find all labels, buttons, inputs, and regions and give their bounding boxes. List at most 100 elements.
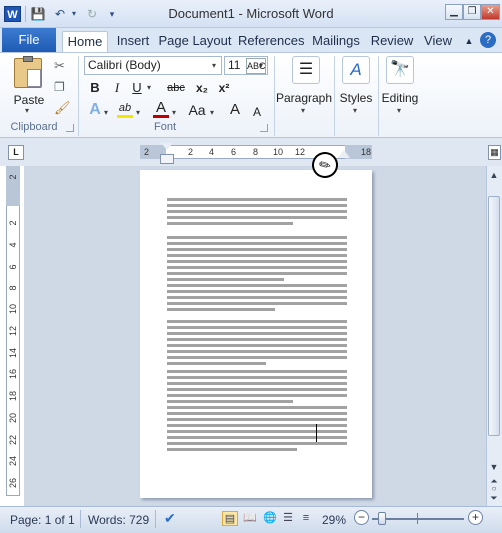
styles-dropdown-icon[interactable]: ▾ [353,106,357,115]
ruler-tick: 16 [8,369,18,380]
format-painter-icon[interactable]: 🖌 [54,100,71,116]
ruler-tick: 4 [209,147,215,157]
ruler-tick: 18 [361,147,372,157]
underline-button[interactable]: U [128,78,146,98]
tab-file[interactable]: File [2,28,56,52]
web-layout-icon[interactable]: 🌐 [262,511,278,526]
font-name-dropdown-icon[interactable]: ▾ [212,61,216,70]
scroll-up-icon[interactable]: ▲ [487,168,501,182]
proofing-icon[interactable]: ✔ [164,510,176,527]
underline-dropdown-icon[interactable]: ▾ [147,83,151,92]
tab-home[interactable]: Home [62,31,108,52]
status-separator [80,510,81,528]
cut-icon[interactable]: ✂ [54,58,65,74]
zoom-level[interactable]: 29% [322,513,346,527]
italic-button[interactable]: I [108,78,126,98]
font-launcher-icon[interactable] [260,124,268,132]
ruler-tick: 8 [8,285,18,291]
ruler-tick: 2 [8,174,18,180]
editing-button[interactable]: Editing [378,88,422,108]
bold-button[interactable]: B [86,78,104,98]
text-paragraph [167,284,347,314]
first-line-indent-marker[interactable] [161,143,173,150]
restore-button[interactable]: ❐ [463,4,481,20]
editing-dropdown-icon[interactable]: ▾ [397,106,401,115]
view-ruler-icon[interactable]: ▦ [488,145,501,160]
page-count[interactable]: Page: 1 of 1 [10,513,75,527]
font-group-label: Font [153,121,176,133]
word-count[interactable]: Words: 729 [88,513,149,527]
outline-view-icon[interactable]: ☰ [280,511,296,526]
scroll-thumb[interactable] [488,196,500,436]
ruler-tick: 6 [231,147,237,157]
draft-view-icon[interactable]: ≡ [298,511,314,526]
help-icon[interactable]: ? [480,32,496,48]
right-indent-marker[interactable] [338,150,350,158]
clear-formatting-icon[interactable]: ABC [246,58,266,74]
shrink-font-button[interactable]: A [250,102,264,122]
highlight-color-bar [117,115,133,118]
paragraph-icon[interactable]: ☰ [292,56,320,84]
text-paragraph [167,198,347,228]
highlight-dropdown-icon[interactable]: ▾ [136,108,140,117]
zoom-in-button[interactable]: + [468,510,483,525]
tab-page-layout[interactable]: Page Layout [158,31,232,52]
text-cursor [316,424,317,442]
zoom-slider-thumb[interactable] [378,512,386,525]
tab-mailings[interactable]: Mailings [308,31,364,52]
minimize-button[interactable]: ▁ [445,4,463,20]
minimize-ribbon-icon[interactable]: ▲ [462,31,476,52]
editing-icon[interactable]: 🔭 [386,56,414,84]
styles-icon[interactable]: A [342,56,370,84]
ruler-tick: 2 [188,147,194,157]
group-separator [78,56,79,136]
ruler-tick: 14 [8,348,18,359]
paragraph-dropdown-icon[interactable]: ▾ [301,106,305,115]
tab-insert[interactable]: Insert [112,31,154,52]
next-page-icon[interactable]: ⏷ [487,491,501,505]
ruler-tick: 12 [295,147,306,157]
font-name-box[interactable]: Calibri (Body) [84,56,222,75]
print-layout-view-icon[interactable]: ▤ [222,511,238,526]
ruler-tick: 10 [8,304,18,315]
change-case-button[interactable]: Aa [186,100,208,120]
ruler-tick: 10 [273,147,284,157]
window-title: Document1 - Microsoft Word [168,6,334,21]
font-color-dropdown-icon[interactable]: ▾ [172,108,176,117]
text-effects-icon[interactable]: A [86,100,104,120]
font-color-bar [153,115,169,118]
paragraph-button[interactable]: Paragraph [274,88,334,108]
grow-font-button[interactable]: A [228,100,242,120]
ruler-tick: 8 [253,147,259,157]
scroll-down-icon[interactable]: ▼ [487,460,501,474]
paste-dropdown-icon[interactable]: ▾ [25,106,29,115]
ruler-tick: 26 [8,478,18,489]
styles-button[interactable]: Styles [336,88,376,108]
clipboard-launcher-icon[interactable] [66,124,74,132]
text-paragraph [167,370,347,406]
ruler-tick: 4 [8,242,18,248]
hanging-indent-marker[interactable] [160,154,174,164]
document-page[interactable] [140,170,372,498]
tab-review[interactable]: Review [368,31,416,52]
tab-view[interactable]: View [420,31,456,52]
ruler-tick: 18 [8,391,18,402]
tab-selector[interactable]: L [8,145,24,160]
text-effects-dropdown-icon[interactable]: ▾ [104,108,108,117]
clipboard-group-label: Clipboard [10,121,58,133]
ruler-tick: 24 [8,456,18,467]
subscript-button[interactable]: x₂ [192,78,212,98]
full-screen-reading-icon[interactable]: 📖 [242,511,258,526]
ruler-tick: 12 [8,326,18,337]
zoom-out-button[interactable]: − [354,510,369,525]
close-button[interactable]: ✕ [481,4,500,20]
superscript-button[interactable]: x² [214,78,234,98]
copy-icon[interactable]: ❐ [54,80,65,94]
change-case-dropdown-icon[interactable]: ▾ [210,108,214,117]
group-separator [334,56,335,136]
tab-references[interactable]: References [238,31,304,52]
strikethrough-button[interactable]: abc [164,78,188,98]
paste-icon[interactable] [14,56,42,88]
ruler-tick: 20 [8,413,18,424]
ruler-tick: 2 [144,147,150,157]
